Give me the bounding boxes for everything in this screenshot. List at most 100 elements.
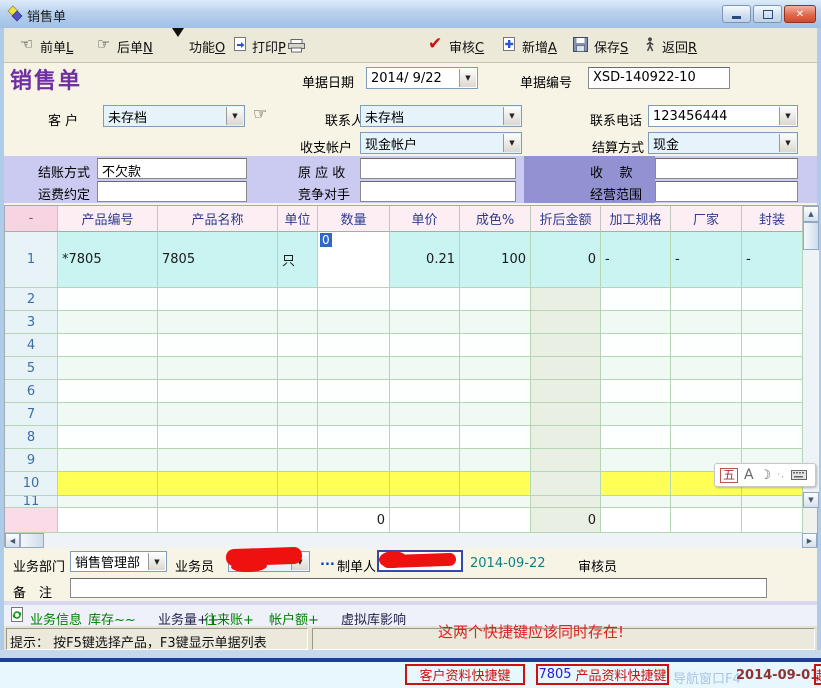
dept-combo[interactable]: 销售管理部▼ <box>70 551 167 572</box>
header-cell[interactable]: 折后金额 <box>531 206 601 232</box>
grid-cell[interactable] <box>531 334 601 357</box>
product-shortcut[interactable]: 产品资料快捷键 <box>576 665 667 684</box>
grid-cell[interactable] <box>671 403 742 426</box>
row-number[interactable]: 6 <box>5 380 58 403</box>
competitor-input[interactable] <box>360 181 516 202</box>
scroll-down-icon[interactable]: ▼ <box>803 492 819 508</box>
scroll-right-icon[interactable]: ▶ <box>802 533 817 548</box>
grid-cell[interactable] <box>158 380 278 403</box>
scroll-left-icon[interactable]: ◀ <box>5 533 20 548</box>
grid-cell[interactable] <box>671 357 742 380</box>
grid-cell[interactable] <box>158 426 278 449</box>
grid-cell[interactable] <box>460 380 531 403</box>
row-number[interactable]: 5 <box>5 357 58 380</box>
grid-cell[interactable] <box>278 334 318 357</box>
grid-cell[interactable]: 0.21 <box>390 232 460 288</box>
grid-cell[interactable] <box>58 380 158 403</box>
grid-cell[interactable] <box>601 380 671 403</box>
prev-doc-button[interactable]: 前单L <box>40 37 73 56</box>
grid-cell[interactable] <box>278 288 318 311</box>
grid-cell[interactable] <box>278 496 318 508</box>
grid-cell[interactable] <box>601 496 671 508</box>
grid-cell[interactable] <box>460 357 531 380</box>
grid-cell[interactable] <box>58 311 158 334</box>
grid-cell[interactable] <box>278 472 318 496</box>
grid-cell[interactable] <box>390 472 460 496</box>
grid-cell[interactable] <box>742 380 803 403</box>
grid-cell[interactable] <box>58 426 158 449</box>
grid-cell[interactable] <box>318 449 390 472</box>
grid-cell[interactable] <box>531 311 601 334</box>
grid-cell[interactable] <box>278 311 318 334</box>
grid-cell[interactable] <box>390 380 460 403</box>
grid-cell[interactable] <box>318 288 390 311</box>
row-number[interactable]: 9 <box>5 449 58 472</box>
grid-cell[interactable]: 0 <box>531 232 601 288</box>
grid-cell[interactable] <box>460 311 531 334</box>
doc-date-combo[interactable]: 2014/ 9/22▼ <box>366 67 478 89</box>
grid-cell[interactable] <box>318 426 390 449</box>
grid-cell[interactable] <box>158 311 278 334</box>
grid-cell[interactable] <box>460 426 531 449</box>
grid-cell[interactable] <box>460 449 531 472</box>
grid-cell[interactable] <box>531 426 601 449</box>
grid-cell[interactable] <box>390 334 460 357</box>
save-button[interactable]: 保存S <box>594 37 628 56</box>
grid-cell[interactable] <box>158 357 278 380</box>
grid-cell[interactable] <box>390 403 460 426</box>
freight-input[interactable] <box>97 181 247 202</box>
keyboard-icon[interactable] <box>791 470 807 480</box>
next-doc-button[interactable]: 后单N <box>117 37 153 56</box>
contact-combo[interactable]: 未存档▼ <box>360 105 522 127</box>
close-button[interactable]: ✕ <box>784 5 816 23</box>
customer-shortcut[interactable]: 客户资料快捷键 <box>419 665 510 684</box>
billing-input[interactable]: 不欠款 <box>97 158 247 179</box>
scroll-up-icon[interactable]: ▲ <box>803 206 819 222</box>
row-number[interactable]: 3 <box>5 311 58 334</box>
grid-cell[interactable]: 0 <box>318 232 390 288</box>
grid-cell[interactable] <box>460 403 531 426</box>
row-number[interactable]: 1 <box>5 232 58 288</box>
row-number[interactable]: 10 <box>5 472 58 496</box>
grid-cell[interactable] <box>601 426 671 449</box>
grid-cell[interactable] <box>58 472 158 496</box>
grid-cell[interactable]: 100 <box>460 232 531 288</box>
grid-cell[interactable] <box>278 426 318 449</box>
more-button[interactable]: ... <box>320 554 335 569</box>
grid-cell[interactable] <box>742 426 803 449</box>
grid-cell[interactable] <box>318 311 390 334</box>
vscroll-thumb[interactable] <box>803 222 819 250</box>
row-number[interactable]: 8 <box>5 426 58 449</box>
chevron-down-icon[interactable]: ▼ <box>779 134 796 152</box>
account-combo[interactable]: 现金帐户▼ <box>360 132 522 154</box>
grid-cell[interactable]: 只 <box>278 232 318 288</box>
grid-cell[interactable] <box>460 472 531 496</box>
grid-cell[interactable] <box>601 334 671 357</box>
back-button[interactable]: 返回R <box>662 37 697 56</box>
functions-button[interactable]: 功能O <box>189 37 225 56</box>
chevron-down-icon[interactable]: ▼ <box>226 107 243 125</box>
grid-cell[interactable] <box>671 380 742 403</box>
grid-cell[interactable] <box>531 288 601 311</box>
grid-cell[interactable] <box>58 357 158 380</box>
grid-cell[interactable] <box>278 449 318 472</box>
print-button[interactable]: 打印P <box>252 37 286 56</box>
ime-punct-button[interactable]: ·, <box>777 470 785 480</box>
grid-cell[interactable] <box>58 288 158 311</box>
grid-cell[interactable] <box>390 288 460 311</box>
grid-cell[interactable] <box>460 288 531 311</box>
header-cell[interactable]: 单价 <box>390 206 460 232</box>
grid-cell[interactable] <box>671 311 742 334</box>
grid-cell[interactable] <box>318 496 390 508</box>
grid-cell[interactable] <box>742 311 803 334</box>
printer-icon[interactable] <box>288 39 305 53</box>
grid-cell[interactable] <box>318 357 390 380</box>
remark-input[interactable] <box>70 578 767 598</box>
grid-cell[interactable] <box>742 403 803 426</box>
add-button[interactable]: 新增A <box>522 37 557 56</box>
grid-cell[interactable] <box>742 496 803 508</box>
grid-cell[interactable]: - <box>671 232 742 288</box>
minimize-button[interactable] <box>722 5 751 23</box>
grid-cell[interactable] <box>390 496 460 508</box>
grid-cell[interactable] <box>601 403 671 426</box>
